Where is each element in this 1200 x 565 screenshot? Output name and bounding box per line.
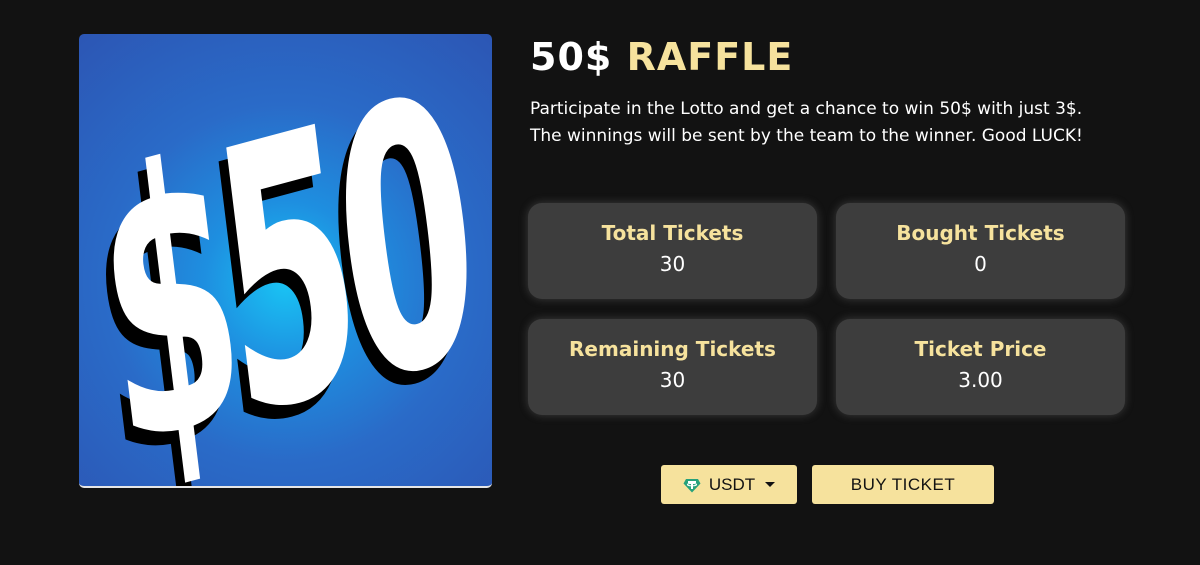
stat-ticket-price: Ticket Price 3.00 [836,319,1125,415]
raffle-description: Participate in the Lotto and get a chanc… [530,96,1170,150]
stat-total-tickets: Total Tickets 30 [528,203,817,299]
stat-label: Ticket Price [914,337,1047,361]
fifty-dollar-image: $50 $50 [79,34,492,488]
description-line-1: Participate in the Lotto and get a chanc… [530,99,1083,119]
stat-remaining-tickets: Remaining Tickets 30 [528,319,817,415]
stat-bought-tickets: Bought Tickets 0 [836,203,1125,299]
buy-ticket-button[interactable]: BUY TICKET [812,465,994,504]
description-line-2: The winnings will be sent by the team to… [530,126,1083,146]
stat-value: 0 [974,252,987,276]
title-word: RAFFLE [626,35,794,79]
stat-value: 30 [659,368,686,392]
purchase-actions: USDT BUY TICKET [661,465,994,504]
stat-value: 3.00 [958,368,1003,392]
stat-value: 30 [659,252,686,276]
currency-label: USDT [708,474,756,494]
currency-dropdown[interactable]: USDT [661,465,797,504]
title-amount: 50$ [530,35,613,79]
tether-icon [683,478,701,492]
raffle-page: $50 $50 50$ RAFFLE Participate in the Lo… [0,0,1200,565]
stat-label: Bought Tickets [896,221,1065,245]
chevron-down-icon [765,482,776,487]
page-title: 50$ RAFFLE [530,34,793,80]
stat-label: Total Tickets [601,221,744,245]
fifty-dollar-graphic: $50 $50 [79,34,491,486]
stats-grid: Total Tickets 30 Bought Tickets 0 Remain… [528,203,1126,415]
image-text: $50 [79,34,491,486]
stat-label: Remaining Tickets [569,337,776,361]
